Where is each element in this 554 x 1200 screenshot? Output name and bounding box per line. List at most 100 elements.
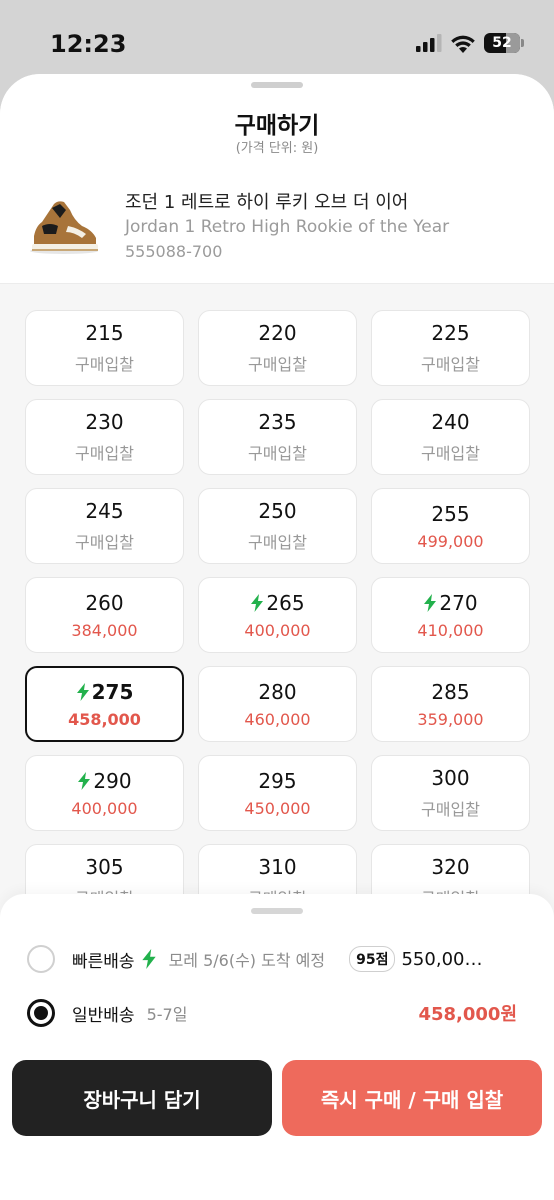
size-option-245[interactable]: 245 구매입찰 xyxy=(25,488,184,564)
size-option-265[interactable]: 265 400,000 xyxy=(198,577,357,653)
size-price: 359,000 xyxy=(417,709,484,729)
product-name-english: Jordan 1 Retro High Rookie of the Year xyxy=(125,217,450,237)
size-value: 300 xyxy=(431,766,470,790)
size-line: 285 xyxy=(431,680,469,704)
size-price: 450,000 xyxy=(244,798,311,818)
size-option-300[interactable]: 300 구매입찰 xyxy=(371,755,530,831)
status-icons: 52 xyxy=(416,33,524,53)
size-line: 220 xyxy=(258,321,296,345)
size-line: 250 xyxy=(258,499,296,523)
lightning-icon xyxy=(76,682,89,701)
size-line: 305 xyxy=(85,855,123,879)
status-time: 12:23 xyxy=(50,30,127,58)
product-info: 조던 1 레트로 하이 루키 오브 더 이어 Jordan 1 Retro Hi… xyxy=(24,186,534,266)
size-price: 400,000 xyxy=(71,798,138,818)
size-value: 250 xyxy=(258,499,297,523)
battery-level: 52 xyxy=(492,35,512,51)
size-price: 구매입찰 xyxy=(75,444,134,463)
size-option-250[interactable]: 250 구매입찰 xyxy=(198,488,357,564)
size-value: 220 xyxy=(258,321,297,345)
size-price: 384,000 xyxy=(71,620,138,640)
size-value: 215 xyxy=(85,321,124,345)
size-value: 235 xyxy=(258,410,297,434)
size-value: 310 xyxy=(258,855,297,879)
size-value: 290 xyxy=(93,768,132,793)
fast-delivery-price: 550,00… xyxy=(401,948,483,970)
add-to-cart-button[interactable]: 장바구니 담기 xyxy=(12,1060,272,1136)
page-title: 구매하기 xyxy=(234,113,320,139)
panel-drag-handle[interactable] xyxy=(251,908,303,914)
size-price: 구매입찰 xyxy=(75,355,134,374)
size-price: 460,000 xyxy=(244,709,311,729)
size-price: 구매입찰 xyxy=(248,533,307,552)
size-option-240[interactable]: 240 구매입찰 xyxy=(371,399,530,475)
size-line: 240 xyxy=(431,410,469,434)
size-price: 구매입찰 xyxy=(248,444,307,463)
size-value: 295 xyxy=(258,768,297,793)
size-line: 230 xyxy=(85,410,123,434)
size-value: 245 xyxy=(85,499,124,523)
size-line: 235 xyxy=(258,410,296,434)
size-option-260[interactable]: 260 384,000 xyxy=(25,577,184,653)
size-value: 270 xyxy=(439,590,478,615)
size-option-295[interactable]: 295 450,000 xyxy=(198,755,357,831)
size-line: 270 xyxy=(423,590,478,615)
product-name-korean: 조던 1 레트로 하이 루키 오브 더 이어 xyxy=(125,192,409,213)
size-price: 400,000 xyxy=(244,620,311,640)
lightning-icon xyxy=(78,771,91,790)
size-price: 구매입찰 xyxy=(421,444,480,463)
option-fast-delivery[interactable]: 빠른배송 모레 5/6(수) 도착 예정 95점 550,00… xyxy=(27,942,537,976)
size-value: 275 xyxy=(91,679,134,704)
size-value: 260 xyxy=(85,590,124,615)
size-line: 280 xyxy=(258,680,296,704)
seller-score-badge: 95점 xyxy=(349,946,396,972)
size-option-270[interactable]: 270 410,000 xyxy=(371,577,530,653)
lightning-icon xyxy=(424,593,437,612)
size-line: 225 xyxy=(431,321,469,345)
size-option-280[interactable]: 280 460,000 xyxy=(198,666,357,742)
size-price: 458,000 xyxy=(68,709,141,729)
battery-icon: 52 xyxy=(484,33,524,53)
fast-delivery-eta: 모레 5/6(수) 도착 예정 xyxy=(168,951,326,970)
size-option-235[interactable]: 235 구매입찰 xyxy=(198,399,357,475)
size-line: 255 xyxy=(431,502,469,526)
cellular-signal-icon xyxy=(416,34,442,52)
drag-handle[interactable] xyxy=(251,82,303,88)
size-line: 295 xyxy=(258,769,296,793)
size-option-230[interactable]: 230 구매입찰 xyxy=(25,399,184,475)
size-value: 265 xyxy=(266,590,305,615)
normal-delivery-price: 458,000원 xyxy=(418,1004,517,1025)
option-normal-delivery[interactable]: 일반배송 5-7일 458,000원 xyxy=(27,996,537,1030)
size-price: 499,000 xyxy=(417,531,484,551)
sneaker-image xyxy=(30,201,98,254)
size-option-215[interactable]: 215 구매입찰 xyxy=(25,310,184,386)
size-option-220[interactable]: 220 구매입찰 xyxy=(198,310,357,386)
size-line: 265 xyxy=(250,590,305,615)
size-option-255[interactable]: 255 499,000 xyxy=(371,488,530,564)
size-line: 260 xyxy=(85,591,123,615)
size-option-290[interactable]: 290 400,000 xyxy=(25,755,184,831)
size-line: 245 xyxy=(85,499,123,523)
size-price: 410,000 xyxy=(417,620,484,640)
size-line: 275 xyxy=(76,679,134,704)
normal-delivery-label: 일반배송 xyxy=(72,1005,135,1026)
delivery-panel: 빠른배송 모레 5/6(수) 도착 예정 95점 550,00… 일반배송 5-… xyxy=(0,894,554,1200)
size-option-225[interactable]: 225 구매입찰 xyxy=(371,310,530,386)
size-option-285[interactable]: 285 359,000 xyxy=(371,666,530,742)
size-value: 240 xyxy=(431,410,470,434)
size-value: 305 xyxy=(85,855,124,879)
size-line: 215 xyxy=(85,321,123,345)
size-line: 300 xyxy=(431,766,469,790)
size-value: 225 xyxy=(431,321,470,345)
sheet-header: 구매하기 (가격 단위: 원) 조던 1 레트로 하이 루키 오브 더 이어 J… xyxy=(0,74,554,284)
size-line: 320 xyxy=(431,855,469,879)
normal-delivery-eta: 5-7일 xyxy=(146,1005,188,1024)
radio-fast-delivery[interactable] xyxy=(27,945,55,973)
size-value: 255 xyxy=(431,501,470,526)
radio-normal-delivery[interactable] xyxy=(27,999,55,1027)
size-value: 320 xyxy=(431,855,470,879)
size-value: 285 xyxy=(431,679,470,704)
buy-now-button[interactable]: 즉시 구매 / 구매 입찰 xyxy=(282,1060,542,1136)
size-option-275[interactable]: 275 458,000 xyxy=(25,666,184,742)
size-price: 구매입찰 xyxy=(421,800,480,819)
